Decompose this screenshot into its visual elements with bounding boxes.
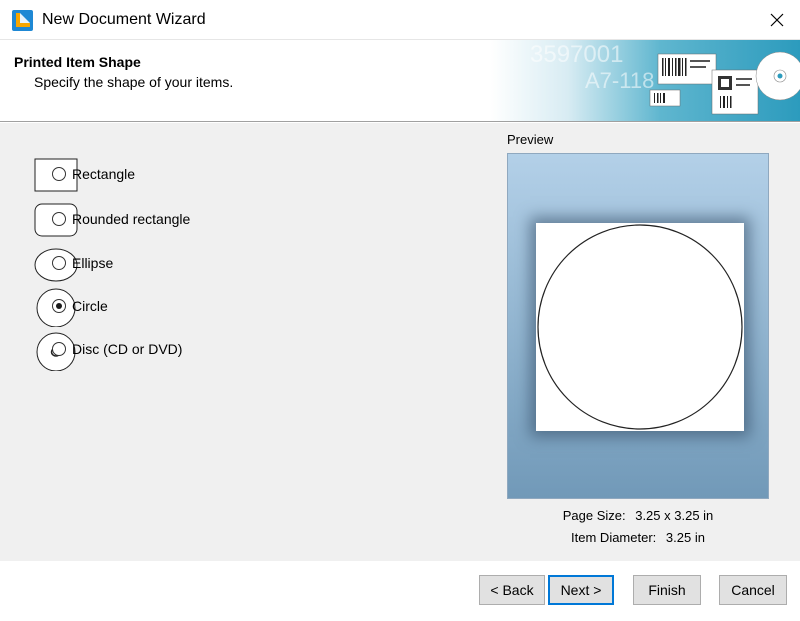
disc-radio[interactable] [52,342,66,356]
app-logo-icon [12,10,33,31]
disc-label[interactable]: Disc (CD or DVD) [72,341,182,357]
page-size-info: Page Size: 3.25 x 3.25 in [507,508,769,523]
page-title: Printed Item Shape [14,54,141,70]
banner-text-2: A7-118 [585,68,654,93]
title-bar: New Document Wizard [0,0,800,40]
cancel-button[interactable]: Cancel [719,575,787,605]
circle-label[interactable]: Circle [72,298,108,314]
item-diameter-value: 3.25 in [665,530,705,545]
preview-panel [507,153,769,499]
wizard-header: Printed Item Shape Specify the shape of … [0,40,800,122]
next-button[interactable]: Next > [548,575,614,605]
back-button[interactable]: < Back [479,575,545,605]
close-button[interactable] [754,0,800,40]
wizard-content: Rectangle Rounded rectangle Ellipse Circ… [0,123,800,561]
page-subtitle: Specify the shape of your items. [34,74,234,90]
ellipse-radio[interactable] [52,256,66,270]
item-diameter-label: Item Diameter: [571,530,657,545]
window-title: New Document Wizard [42,11,206,28]
preview-page [536,223,744,431]
rectangle-label[interactable]: Rectangle [72,166,135,182]
preview-label: Preview [507,132,554,147]
preview-circle-shape [537,224,743,430]
rounded-rectangle-radio[interactable] [52,212,66,226]
page-size-label: Page Size: [562,508,626,523]
item-diameter-info: Item Diameter: 3.25 in [507,530,769,545]
circle-radio[interactable] [52,299,66,313]
page-size-value: 3.25 x 3.25 in [635,508,714,523]
banner-text-1: 3597001 [530,41,623,68]
close-icon [770,13,784,27]
ellipse-label[interactable]: Ellipse [72,255,113,271]
header-banner-image: 3597001 A7-118 [490,40,800,121]
finish-button[interactable]: Finish [633,575,701,605]
rounded-rectangle-label[interactable]: Rounded rectangle [72,211,190,227]
rectangle-radio[interactable] [52,167,66,181]
